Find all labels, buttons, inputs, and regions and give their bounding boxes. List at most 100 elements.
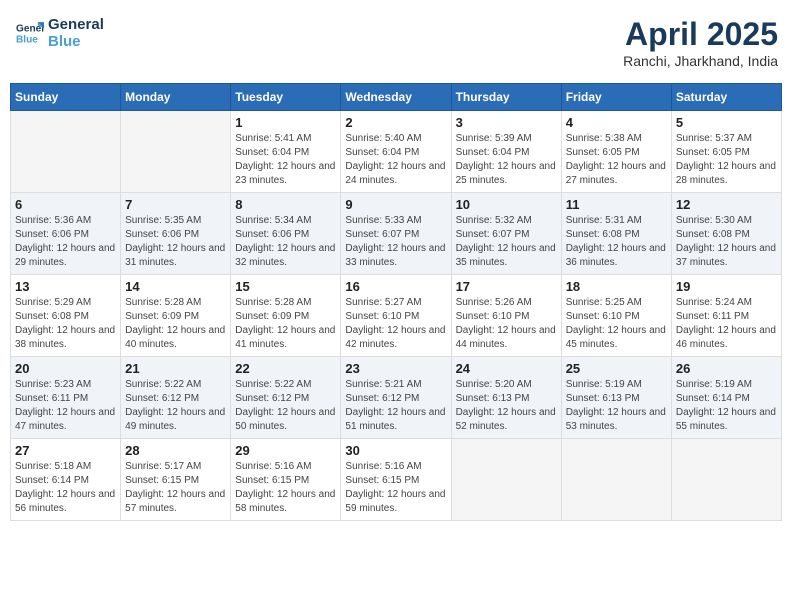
calendar-day-cell: 8 Sunrise: 5:34 AMSunset: 6:06 PMDaylight…: [231, 193, 341, 275]
calendar-day-cell: 3 Sunrise: 5:39 AMSunset: 6:04 PMDaylight…: [451, 111, 561, 193]
calendar-day-cell: [121, 111, 231, 193]
calendar-day-cell: 6Sunrise: 5:36 AMSunset: 6:06 PMDaylight…: [11, 193, 121, 275]
day-number: 24: [456, 361, 557, 376]
day-detail: Sunrise: 5:22 AMSunset: 6:12 PMDaylight:…: [235, 378, 336, 434]
calendar-day-cell: 7Sunrise: 5:35 AMSunset: 6:06 PMDaylight…: [121, 193, 231, 275]
calendar-header-row: SundayMondayTuesdayWednesdayThursdayFrid…: [11, 84, 782, 111]
day-detail: Sunrise: 5:31 AMSunset: 6:08 PMDaylight:…: [566, 214, 667, 270]
day-number: 5: [676, 115, 777, 130]
calendar-day-cell: 21Sunrise: 5:22 AMSunset: 6:12 PMDayligh…: [121, 357, 231, 439]
day-detail: Sunrise: 5:16 AMSunset: 6:15 PMDaylight:…: [235, 460, 336, 516]
day-number: 25: [566, 361, 667, 376]
day-detail: Sunrise: 5:24 AMSunset: 6:11 PMDaylight:…: [676, 296, 777, 352]
day-number: 30: [345, 443, 446, 458]
day-number: 15: [235, 279, 336, 294]
calendar-day-cell: 18 Sunrise: 5:25 AMSunset: 6:10 PMDayligh…: [561, 275, 671, 357]
day-number: 14: [125, 279, 226, 294]
day-detail: Sunrise: 5:26 AMSunset: 6:10 PMDaylight:…: [456, 296, 557, 352]
col-header-friday: Friday: [561, 84, 671, 111]
calendar-day-cell: 30 Sunrise: 5:16 AMSunset: 6:15 PMDayligh…: [341, 439, 451, 521]
day-detail: Sunrise: 5:41 AMSunset: 6:04 PMDaylight:…: [235, 132, 336, 188]
calendar-day-cell: 20 Sunrise: 5:23 AMSunset: 6:11 PMDayligh…: [11, 357, 121, 439]
calendar-day-cell: 11 Sunrise: 5:31 AMSunset: 6:08 PMDayligh…: [561, 193, 671, 275]
page-header: General Blue General Blue April 2025 Ran…: [10, 10, 782, 75]
day-detail: Sunrise: 5:34 AMSunset: 6:06 PMDaylight:…: [235, 214, 336, 270]
day-number: 21: [125, 361, 226, 376]
calendar-day-cell: [451, 439, 561, 521]
calendar-day-cell: 13Sunrise: 5:29 AMSunset: 6:08 PMDayligh…: [11, 275, 121, 357]
calendar-week-row: 13Sunrise: 5:29 AMSunset: 6:08 PMDayligh…: [11, 275, 782, 357]
logo-icon: General Blue: [16, 19, 44, 47]
calendar-day-cell: 26 Sunrise: 5:19 AMSunset: 6:14 PMDayligh…: [671, 357, 781, 439]
day-detail: Sunrise: 5:17 AMSunset: 6:15 PMDaylight:…: [125, 460, 226, 516]
calendar-day-cell: 1 Sunrise: 5:41 AMSunset: 6:04 PMDaylight…: [231, 111, 341, 193]
calendar-day-cell: [11, 111, 121, 193]
calendar-day-cell: 22 Sunrise: 5:22 AMSunset: 6:12 PMDayligh…: [231, 357, 341, 439]
day-number: 11: [566, 197, 667, 212]
col-header-thursday: Thursday: [451, 84, 561, 111]
calendar-day-cell: 28 Sunrise: 5:17 AMSunset: 6:15 PMDayligh…: [121, 439, 231, 521]
day-detail: Sunrise: 5:38 AMSunset: 6:05 PMDaylight:…: [566, 132, 667, 188]
calendar-day-cell: 10 Sunrise: 5:32 AMSunset: 6:07 PMDayligh…: [451, 193, 561, 275]
day-number: 1: [235, 115, 336, 130]
day-number: 8: [235, 197, 336, 212]
day-detail: Sunrise: 5:21 AMSunset: 6:12 PMDaylight:…: [345, 378, 446, 434]
calendar-day-cell: 24 Sunrise: 5:20 AMSunset: 6:13 PMDayligh…: [451, 357, 561, 439]
day-number: 18: [566, 279, 667, 294]
calendar-day-cell: 5 Sunrise: 5:37 AMSunset: 6:05 PMDaylight…: [671, 111, 781, 193]
day-number: 26: [676, 361, 777, 376]
month-title: April 2025: [623, 16, 778, 53]
calendar-day-cell: 14 Sunrise: 5:28 AMSunset: 6:09 PMDayligh…: [121, 275, 231, 357]
day-number: 9: [345, 197, 446, 212]
calendar-day-cell: 23 Sunrise: 5:21 AMSunset: 6:12 PMDayligh…: [341, 357, 451, 439]
day-number: 4: [566, 115, 667, 130]
calendar-day-cell: 27 Sunrise: 5:18 AMSunset: 6:14 PMDayligh…: [11, 439, 121, 521]
calendar-week-row: 27 Sunrise: 5:18 AMSunset: 6:14 PMDayligh…: [11, 439, 782, 521]
day-detail: Sunrise: 5:37 AMSunset: 6:05 PMDaylight:…: [676, 132, 777, 188]
day-detail: Sunrise: 5:40 AMSunset: 6:04 PMDaylight:…: [345, 132, 446, 188]
day-number: 19: [676, 279, 777, 294]
logo-text-general: General: [48, 16, 104, 33]
day-detail: Sunrise: 5:20 AMSunset: 6:13 PMDaylight:…: [456, 378, 557, 434]
day-number: 3: [456, 115, 557, 130]
col-header-monday: Monday: [121, 84, 231, 111]
day-number: 17: [456, 279, 557, 294]
calendar-day-cell: 2 Sunrise: 5:40 AMSunset: 6:04 PMDaylight…: [341, 111, 451, 193]
calendar-week-row: 1 Sunrise: 5:41 AMSunset: 6:04 PMDaylight…: [11, 111, 782, 193]
calendar-day-cell: [561, 439, 671, 521]
day-detail: Sunrise: 5:36 AMSunset: 6:06 PMDaylight:…: [15, 214, 116, 270]
calendar-day-cell: [671, 439, 781, 521]
day-detail: Sunrise: 5:30 AMSunset: 6:08 PMDaylight:…: [676, 214, 777, 270]
day-detail: Sunrise: 5:19 AMSunset: 6:14 PMDaylight:…: [676, 378, 777, 434]
day-number: 10: [456, 197, 557, 212]
day-number: 7: [125, 197, 226, 212]
calendar-day-cell: 16Sunrise: 5:27 AMSunset: 6:10 PMDayligh…: [341, 275, 451, 357]
day-number: 29: [235, 443, 336, 458]
day-detail: Sunrise: 5:23 AMSunset: 6:11 PMDaylight:…: [15, 378, 116, 434]
day-detail: Sunrise: 5:32 AMSunset: 6:07 PMDaylight:…: [456, 214, 557, 270]
col-header-saturday: Saturday: [671, 84, 781, 111]
calendar-day-cell: 15 Sunrise: 5:28 AMSunset: 6:09 PMDayligh…: [231, 275, 341, 357]
logo-text-blue: Blue: [48, 33, 104, 50]
day-number: 23: [345, 361, 446, 376]
day-detail: Sunrise: 5:18 AMSunset: 6:14 PMDaylight:…: [15, 460, 116, 516]
title-block: April 2025 Ranchi, Jharkhand, India: [623, 16, 778, 69]
day-detail: Sunrise: 5:25 AMSunset: 6:10 PMDaylight:…: [566, 296, 667, 352]
day-number: 20: [15, 361, 116, 376]
calendar-week-row: 6Sunrise: 5:36 AMSunset: 6:06 PMDaylight…: [11, 193, 782, 275]
day-number: 22: [235, 361, 336, 376]
day-detail: Sunrise: 5:16 AMSunset: 6:15 PMDaylight:…: [345, 460, 446, 516]
col-header-sunday: Sunday: [11, 84, 121, 111]
day-detail: Sunrise: 5:39 AMSunset: 6:04 PMDaylight:…: [456, 132, 557, 188]
day-number: 2: [345, 115, 446, 130]
day-number: 12: [676, 197, 777, 212]
day-number: 13: [15, 279, 116, 294]
day-detail: Sunrise: 5:28 AMSunset: 6:09 PMDaylight:…: [125, 296, 226, 352]
day-number: 27: [15, 443, 116, 458]
day-number: 28: [125, 443, 226, 458]
calendar-table: SundayMondayTuesdayWednesdayThursdayFrid…: [10, 83, 782, 521]
col-header-wednesday: Wednesday: [341, 84, 451, 111]
day-detail: Sunrise: 5:28 AMSunset: 6:09 PMDaylight:…: [235, 296, 336, 352]
location: Ranchi, Jharkhand, India: [623, 53, 778, 69]
calendar-day-cell: 19 Sunrise: 5:24 AMSunset: 6:11 PMDayligh…: [671, 275, 781, 357]
